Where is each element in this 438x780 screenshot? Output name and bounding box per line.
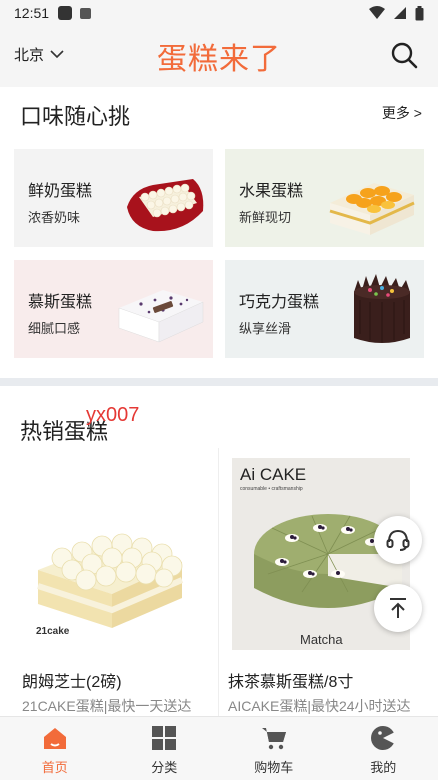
product-divider bbox=[218, 448, 219, 716]
rum-cheese-cake-image: 21cake bbox=[36, 533, 184, 637]
signal-icon bbox=[394, 7, 406, 19]
flavor-card-desc: 纵享丝滑 bbox=[239, 321, 292, 336]
flavor-card-fruit[interactable]: 水果蛋糕 新鲜现切 bbox=[225, 149, 424, 247]
app-notification-icon bbox=[80, 7, 92, 19]
flavor-card-chocolate[interactable]: 巧克力蛋糕 纵享丝滑 bbox=[225, 260, 424, 358]
headset-icon bbox=[386, 529, 410, 551]
back-to-top-button[interactable] bbox=[374, 584, 422, 632]
bottom-tab-bar: 首页 分类 购物车 我的 bbox=[0, 716, 438, 780]
status-time: 12:51 bbox=[14, 5, 50, 21]
watermark-text: yx007 bbox=[86, 404, 140, 426]
product-brand-logo: Ai CAKE bbox=[240, 465, 306, 484]
tab-home[interactable]: 首页 bbox=[0, 717, 110, 780]
flavor-card-mousse[interactable]: 慕斯蛋糕 细腻口感 bbox=[14, 260, 213, 358]
tab-label: 我的 bbox=[370, 760, 397, 775]
flavor-card-desc: 浓香奶味 bbox=[28, 210, 81, 225]
shopping-cart-icon bbox=[261, 728, 286, 750]
wifi-icon bbox=[369, 6, 385, 19]
flavor-section-title: 口味随心挑 bbox=[20, 104, 131, 129]
section-divider bbox=[0, 378, 438, 386]
tab-label: 首页 bbox=[41, 760, 68, 775]
search-icon[interactable] bbox=[390, 41, 418, 69]
profile-icon bbox=[371, 726, 396, 750]
fruit-cake-image bbox=[329, 183, 415, 235]
product-card-rum-cheese[interactable]: 21cake 朗姆芝士(2磅) 21CAKE蛋糕|最快一天送达 bbox=[18, 450, 218, 716]
product-brand-tagline: consumable • craftsmanship bbox=[240, 486, 303, 492]
customer-service-button[interactable] bbox=[374, 516, 422, 564]
tab-category[interactable]: 分类 bbox=[110, 717, 220, 780]
product-desc: AICAKE蛋糕|最快24小时送达 bbox=[228, 698, 411, 714]
milk-cake-image bbox=[127, 179, 204, 232]
product-card-matcha-mousse[interactable]: Ai CAKE consumable • craftsmanship Match… bbox=[224, 450, 424, 716]
home-icon bbox=[43, 728, 66, 749]
notification-icon bbox=[58, 6, 73, 20]
hot-section: 热销蛋糕 yx007 21cake 朗姆芝士(2磅) 21CAKE蛋糕|最快一天… bbox=[0, 386, 438, 716]
grid-icon bbox=[152, 726, 177, 750]
app-screen: 12:51 北京 蛋糕来了 口味随心挑 更多 > 鲜奶蛋糕 浓香奶味 水果蛋糕 … bbox=[0, 0, 438, 780]
flavor-card-desc: 新鲜现切 bbox=[239, 210, 292, 225]
product-name: 抹茶慕斯蛋糕/8寸 bbox=[228, 674, 354, 691]
tab-label: 购物车 bbox=[254, 760, 294, 775]
chocolate-cake-image bbox=[354, 274, 410, 343]
flavor-card-name: 水果蛋糕 bbox=[239, 183, 304, 200]
product-image-caption: Matcha bbox=[300, 632, 343, 647]
mousse-cake-image bbox=[118, 290, 204, 343]
flavor-section: 口味随心挑 更多 > 鲜奶蛋糕 浓香奶味 水果蛋糕 新鲜现切 慕斯蛋糕 细腻口感… bbox=[0, 87, 438, 378]
battery-icon bbox=[415, 5, 424, 20]
status-bar: 12:51 bbox=[0, 0, 438, 26]
flavor-card-desc: 细腻口感 bbox=[28, 321, 81, 336]
app-title: 蛋糕来了 bbox=[157, 43, 281, 76]
flavor-card-name: 鲜奶蛋糕 bbox=[28, 183, 93, 200]
arrow-up-to-top-icon bbox=[390, 598, 406, 618]
more-link[interactable]: 更多 > bbox=[382, 103, 422, 123]
tab-label: 分类 bbox=[151, 760, 178, 775]
flavor-card-name: 巧克力蛋糕 bbox=[239, 294, 320, 311]
tab-profile[interactable]: 我的 bbox=[329, 717, 438, 780]
flavor-card-milk[interactable]: 鲜奶蛋糕 浓香奶味 bbox=[14, 149, 213, 247]
flavor-card-name: 慕斯蛋糕 bbox=[28, 294, 93, 311]
top-header: 北京 蛋糕来了 bbox=[0, 26, 438, 86]
product-desc: 21CAKE蛋糕|最快一天送达 bbox=[22, 698, 192, 714]
product-name: 朗姆芝士(2磅) bbox=[22, 674, 122, 691]
product-brand-logo: 21cake bbox=[36, 626, 70, 637]
tab-cart[interactable]: 购物车 bbox=[219, 717, 329, 780]
